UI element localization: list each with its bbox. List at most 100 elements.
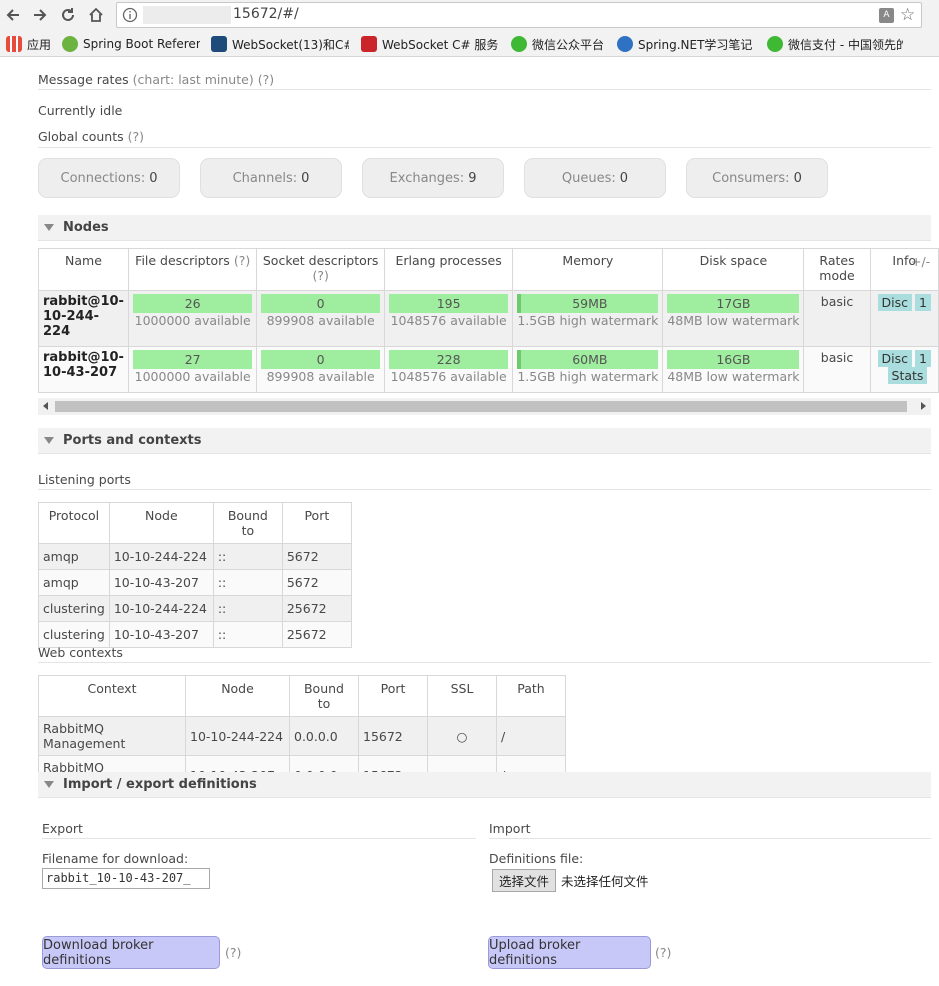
node-name-link[interactable]: rabbit@10-10-43-207	[43, 350, 124, 380]
wechat-icon	[767, 36, 783, 52]
fd-cell: 26 1000000 available	[127, 290, 258, 347]
file-picker: 选择文件 未选择任何文件	[492, 869, 649, 892]
sd-cell: 0 899908 available	[256, 290, 385, 347]
translate-icon[interactable]: A	[879, 8, 894, 23]
bookmark-wechat-mp[interactable]: 微信公众平台	[511, 35, 611, 53]
ep-cell: 195 1048576 available	[383, 290, 514, 347]
count-value: 0	[301, 170, 310, 186]
back-arrow-icon[interactable]	[2, 4, 24, 26]
rates-mode-cell: basic	[803, 290, 871, 347]
disk-watermark: 48MB low watermark	[667, 369, 800, 384]
count-label: Channels:	[232, 170, 298, 186]
protocol-cell: clustering	[38, 595, 110, 622]
ep-available: 1048576 available	[390, 369, 507, 384]
count-value: 0	[793, 170, 802, 186]
sd-cell: 0 899908 available	[256, 346, 385, 393]
download-help-link[interactable]: (?)	[225, 945, 241, 960]
exchanges-count-button[interactable]: Exchanges: 9	[362, 158, 504, 198]
nodes-section-toggle[interactable]: Nodes	[38, 215, 931, 241]
address-bar[interactable]: 15672/#/ A ☆	[116, 2, 922, 28]
bound-cell: ::	[212, 621, 283, 648]
disc-tag: Disc	[877, 350, 912, 367]
no-file-text: 未选择任何文件	[561, 874, 649, 889]
protocol-cell: amqp	[38, 543, 110, 570]
columns-toggle-link[interactable]: +/-	[911, 254, 930, 269]
upload-definitions-button[interactable]: Upload broker definitions	[488, 936, 651, 969]
table-row: clustering 10-10-244-224 :: 25672	[38, 595, 352, 622]
node-cell: 10-10-244-224	[108, 543, 214, 570]
bookmark-label: WebSocket C# 服务	[382, 37, 499, 52]
filename-label: Filename for download:	[42, 851, 189, 866]
bookmark-websocket-csharp[interactable]: WebSocket C# 服务	[361, 35, 499, 53]
consumers-count-button[interactable]: Consumers: 0	[686, 158, 828, 198]
collapse-triangle-icon	[44, 224, 54, 231]
filename-input[interactable]: rabbit_10-10-43-207_	[42, 868, 210, 889]
bookmark-spring-net[interactable]: Spring.NET学习笔记	[617, 35, 753, 53]
info-cell: Disc 1 Stats	[869, 346, 939, 393]
import-export-title: Import / export definitions	[63, 777, 257, 792]
bookmark-star-icon[interactable]: ☆	[900, 5, 915, 25]
bookmark-spring-boot[interactable]: Spring Boot Referen	[62, 35, 200, 53]
fd-bar: 26	[132, 294, 253, 313]
home-icon[interactable]	[85, 4, 107, 26]
protocol-cell: amqp	[38, 569, 110, 596]
disk-bar: 17GB	[667, 294, 800, 313]
fd-cell: 27 1000000 available	[127, 346, 258, 393]
reload-icon[interactable]	[57, 4, 79, 26]
node-row: rabbit@10-10-43-207 27 1000000 available …	[38, 346, 939, 393]
memory-bar: 59MB	[517, 294, 659, 313]
ep-bar: 228	[388, 350, 509, 369]
bookmark-websocket-13[interactable]: WebSocket(13)和C#	[211, 35, 349, 53]
global-counts-help-link[interactable]: (?)	[128, 129, 144, 144]
count-value: 0	[149, 170, 158, 186]
col-port: Port	[281, 502, 352, 544]
context-cell: RabbitMQ Management	[38, 716, 186, 756]
ports-section-toggle[interactable]: Ports and contexts	[38, 428, 931, 454]
scrollbar-thumb[interactable]	[55, 401, 907, 412]
scroll-right-arrow-icon[interactable]	[921, 402, 926, 410]
choose-file-button[interactable]: 选择文件	[492, 869, 557, 892]
memory-cell: 60MB 1.5GB high watermark	[512, 346, 664, 393]
ep-available: 1048576 available	[390, 313, 507, 328]
scroll-left-arrow-icon[interactable]	[43, 402, 48, 410]
forward-arrow-icon[interactable]	[29, 4, 51, 26]
disk-cell: 16GB 48MB low watermark	[662, 346, 805, 393]
divider	[38, 147, 931, 148]
divider	[38, 662, 931, 663]
stats-tag: Stats	[887, 367, 928, 384]
memory-bar: 60MB	[517, 350, 659, 369]
import-export-section-toggle[interactable]: Import / export definitions	[38, 772, 931, 798]
col-node: Node	[185, 675, 290, 717]
node-name-cell: rabbit@10-10-43-207	[38, 346, 129, 393]
web-contexts-label: Web contexts	[38, 645, 123, 660]
divider	[38, 489, 931, 490]
download-definitions-button[interactable]: Download broker definitions	[42, 936, 220, 969]
bookmark-wechat-pay[interactable]: 微信支付 - 中国领先的	[767, 35, 903, 53]
nodes-horizontal-scrollbar[interactable]	[38, 398, 931, 415]
connections-count-button[interactable]: Connections: 0	[38, 158, 180, 198]
bound-cell: ::	[212, 543, 283, 570]
sd-help-link[interactable]: (?)	[312, 268, 328, 283]
bookmark-label: Spring.NET学习笔记	[638, 37, 753, 52]
fd-help-link[interactable]: (?)	[234, 253, 250, 268]
col-name: Name	[38, 248, 129, 291]
sd-bar: 0	[261, 350, 380, 369]
node-name-link[interactable]: rabbit@10-10-244-224	[43, 294, 124, 339]
sd-available: 899908 available	[266, 313, 375, 328]
count-tag: 1	[915, 350, 931, 367]
bookmark-apps[interactable]: 应用	[6, 35, 54, 53]
table-row: amqp 10-10-244-224 :: 5672	[38, 543, 352, 570]
info-icon[interactable]	[122, 7, 138, 26]
message-rates-help-link[interactable]: (?)	[258, 72, 274, 87]
memory-watermark: 1.5GB high watermark	[517, 369, 659, 384]
cnblogs-icon	[211, 36, 227, 52]
node-cell: 10-10-43-207	[108, 569, 214, 596]
upload-help-link[interactable]: (?)	[655, 945, 671, 960]
listening-ports-table: Protocol Node Bound to Port amqp 10-10-2…	[38, 502, 352, 648]
nodes-title: Nodes	[63, 220, 109, 235]
channels-count-button[interactable]: Channels: 0	[200, 158, 342, 198]
count-label: Connections:	[60, 170, 146, 186]
queues-count-button[interactable]: Queues: 0	[524, 158, 666, 198]
collapse-triangle-icon	[44, 781, 54, 788]
count-value: 9	[468, 170, 477, 186]
